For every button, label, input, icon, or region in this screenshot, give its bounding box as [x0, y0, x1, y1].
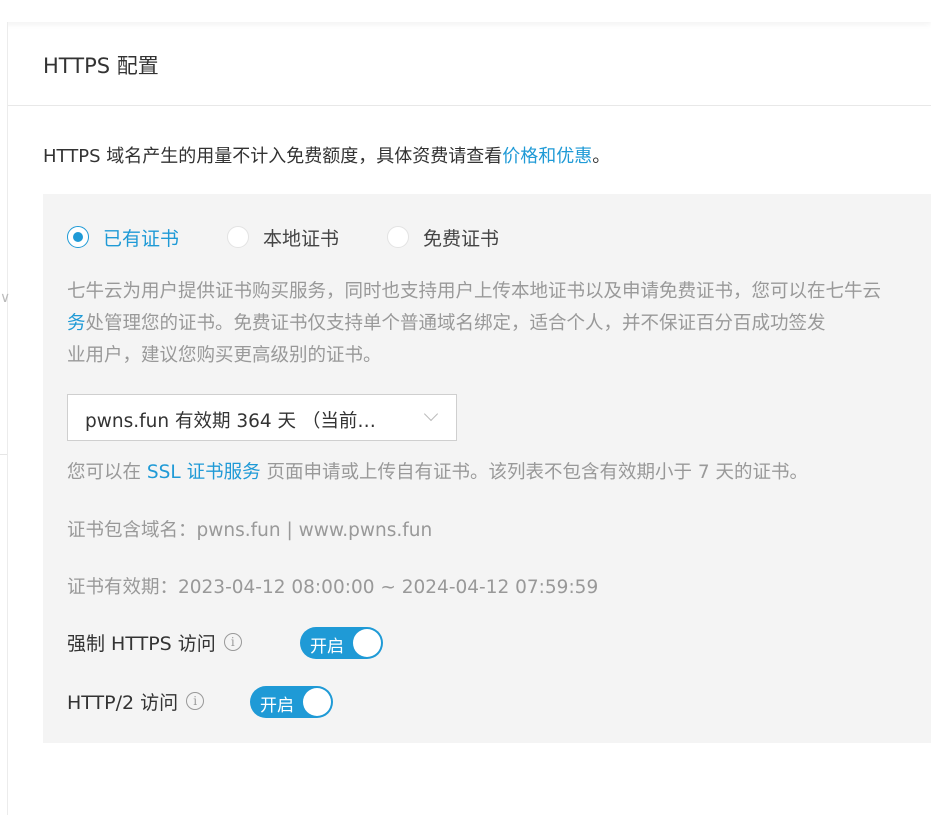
info-icon[interactable]: i — [223, 633, 242, 651]
switch-knob — [303, 688, 331, 716]
https-config-panel: 已有证书 本地证书 免费证书 七牛云为用户提供证书购买服务，同时也支持用户上传本… — [43, 194, 931, 743]
radio-unchecked-icon — [387, 226, 410, 248]
left-sidebar-edge: ∨ — [0, 22, 11, 815]
radio-local-cert-label: 本地证书 — [263, 227, 340, 250]
sidebar-divider — [0, 454, 7, 455]
cert-description: 七牛云为用户提供证书购买服务，同时也支持用户上传本地证书以及申请免费证书，您可以… — [67, 276, 931, 376]
cert-select-dropdown[interactable]: pwns.fun 有效期 364 天 （当前… — [67, 394, 457, 441]
cert-hint-prefix: 您可以在 — [67, 462, 147, 483]
pricing-link[interactable]: 价格和优惠 — [502, 146, 592, 167]
cert-hint: 您可以在 SSL 证书服务 页面申请或上传自有证书。该列表不包含有效期小于 7 … — [67, 458, 808, 484]
cert-domains: 证书包含域名：pwns.fun | www.pwns.fun — [67, 520, 433, 541]
description-line-2: 务处管理您的证书。免费证书仅支持单个普通域名绑定，适合个人，并不保证百分百成功签… — [67, 308, 931, 340]
pricing-notice-text: HTTPS 域名产生的用量不计入免费额度，具体资费请查看 — [43, 146, 503, 167]
ssl-service-link-fragment[interactable]: 务 — [67, 313, 86, 334]
cert-hint-suffix: 页面申请或上传自有证书。该列表不包含有效期小于 7 天的证书。 — [260, 462, 808, 483]
info-icon[interactable]: i — [186, 692, 205, 710]
radio-existing-cert[interactable]: 已有证书 — [67, 224, 179, 251]
switch-knob — [353, 629, 381, 657]
title-divider — [8, 105, 931, 106]
ssl-service-link[interactable]: SSL 证书服务 — [147, 462, 261, 483]
pricing-notice-end: 。 — [592, 146, 611, 167]
description-line-3: 业用户，建议您购买更高级别的证书。 — [67, 345, 382, 366]
sidebar-fragment-icon: ∨ — [0, 290, 11, 306]
http2-switch-text: 开启 — [260, 696, 294, 716]
chevron-down-icon — [423, 406, 439, 422]
cert-validity: 证书有效期：2023-04-12 08:00:00 ~ 2024-04-12 0… — [67, 577, 599, 598]
http2-row: HTTP/2 访问 i — [67, 684, 205, 718]
http2-label: HTTP/2 访问 — [67, 691, 179, 714]
force-https-switch-text: 开启 — [310, 637, 344, 657]
force-https-label: 强制 HTTPS 访问 — [67, 632, 216, 655]
description-line-2-text: 处管理您的证书。免费证书仅支持单个普通域名绑定，适合个人，并不保证百分百成功签发 — [85, 313, 826, 334]
cert-select-value: pwns.fun 有效期 364 天 （当前… — [85, 411, 376, 432]
pricing-notice: HTTPS 域名产生的用量不计入免费额度，具体资费请查看价格和优惠。 — [43, 142, 610, 168]
radio-free-cert[interactable]: 免费证书 — [387, 224, 499, 251]
radio-free-cert-label: 免费证书 — [423, 227, 500, 250]
top-bar — [0, 0, 931, 22]
page-title: HTTPS 配置 — [43, 54, 159, 78]
description-line-1: 七牛云为用户提供证书购买服务，同时也支持用户上传本地证书以及申请免费证书，您可以… — [67, 281, 882, 302]
cert-source-radio-group: 已有证书 本地证书 免费证书 — [67, 222, 547, 252]
force-https-switch[interactable]: 开启 — [300, 627, 383, 659]
radio-checked-icon — [67, 226, 89, 248]
force-https-row: 强制 HTTPS 访问 i — [67, 625, 242, 659]
radio-existing-cert-label: 已有证书 — [103, 227, 180, 250]
radio-unchecked-icon — [227, 226, 250, 248]
http2-switch[interactable]: 开启 — [250, 686, 333, 718]
radio-local-cert[interactable]: 本地证书 — [227, 224, 339, 251]
